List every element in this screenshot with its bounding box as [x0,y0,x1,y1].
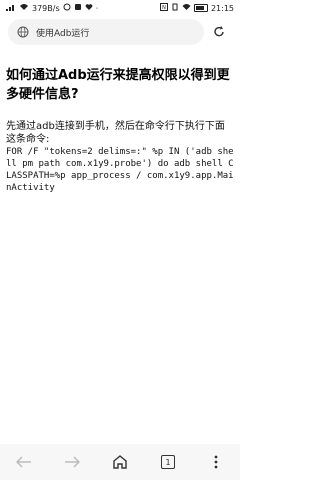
svg-text:N: N [162,5,166,11]
app-icon [74,3,82,13]
browser-screen: 379B/s ⋅ N 21:15 使用Adb运行 如何通过Adb运行来提高权限以… [0,0,240,480]
status-right: N 21:15 [159,3,240,13]
reload-icon[interactable] [210,23,228,41]
command-code: FOR /F "tokens=2 delims=:" %p IN ('adb s… [6,147,234,193]
network-speed: 379B/s [32,3,60,13]
url-bar: 使用Adb运行 [0,16,240,48]
signal-icon [6,3,16,13]
address-field[interactable]: 使用Adb运行 [8,19,204,45]
time: 21:15 [210,3,234,13]
tabs-icon[interactable]: 1 [154,448,182,476]
heart-icon [85,3,93,13]
battery-icon [193,4,208,12]
bottom-navigation: 1 [0,444,240,480]
globe-icon [16,25,30,39]
wifi-status-icon [182,3,191,13]
wifi-icon [19,3,29,13]
more-dots-icon: ⋅ [95,3,99,13]
nfc-icon: N [159,3,168,13]
article-content: 如何通过Adb运行来提高权限以得到更多硬件信息? 先通过adb连接到手机，然后在… [6,60,234,194]
status-left: 379B/s ⋅ [0,3,98,13]
article-title: 如何通过Adb运行来提高权限以得到更多硬件信息? [6,68,230,102]
notification-icon [63,3,71,13]
vibrate-icon [171,3,179,13]
back-arrow-icon[interactable] [10,448,38,476]
address-text[interactable]: 使用Adb运行 [36,26,89,39]
forward-arrow-icon[interactable] [58,448,86,476]
status-bar: 379B/s ⋅ N 21:15 [0,0,240,16]
tab-count[interactable]: 1 [161,455,175,469]
article-intro: 先通过adb连接到手机，然后在命令行下执行下面这条命令: [6,121,225,145]
home-icon[interactable] [106,448,134,476]
more-vert-icon[interactable] [202,448,230,476]
